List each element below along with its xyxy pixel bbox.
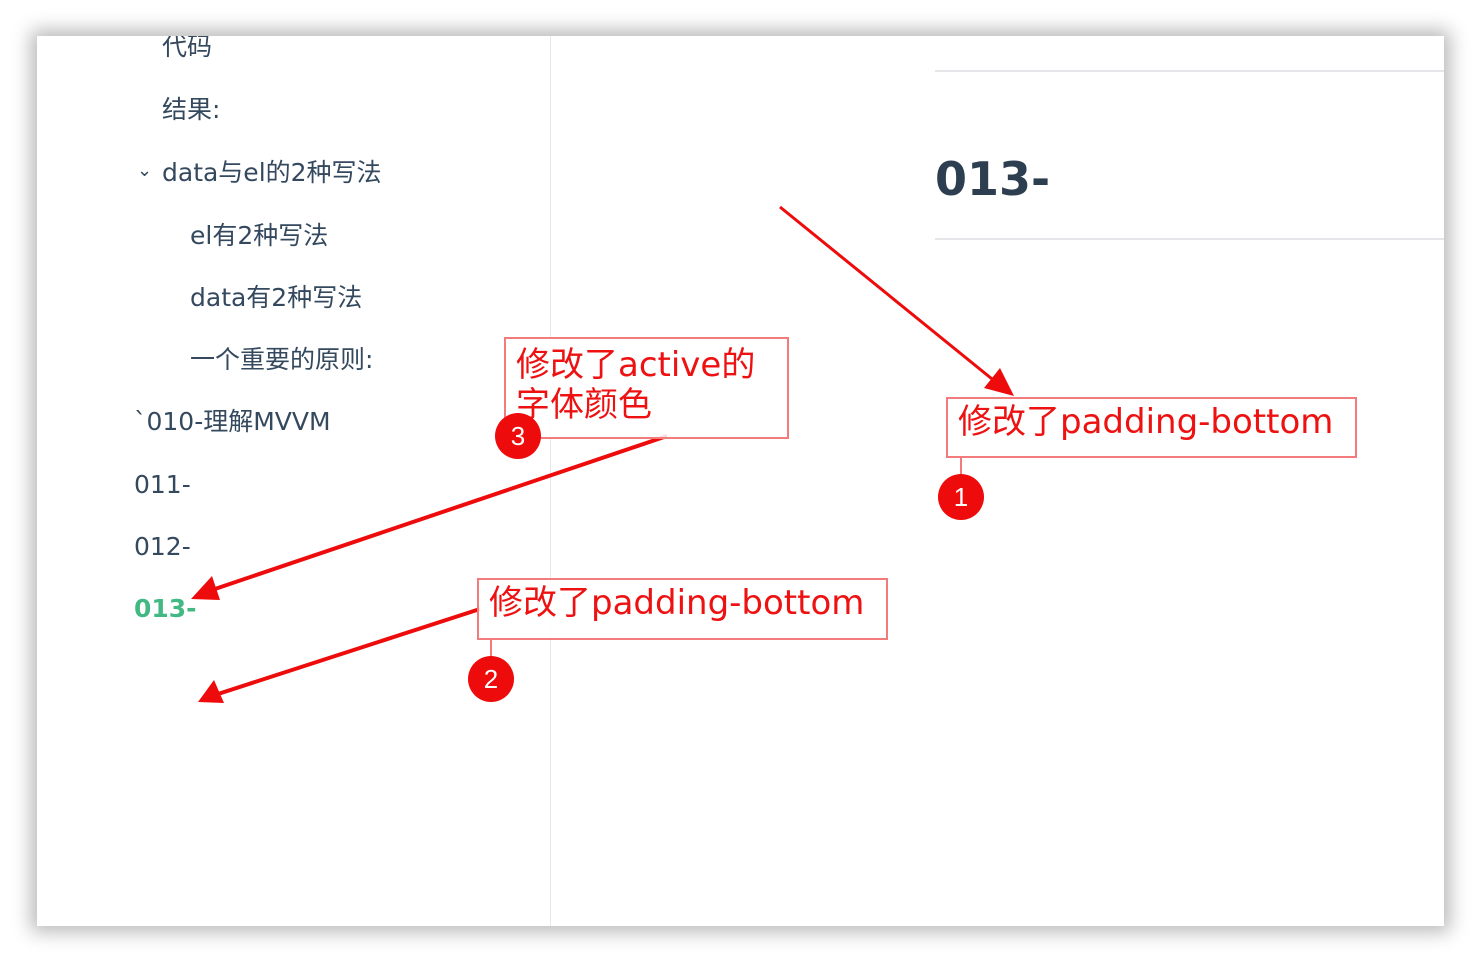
divider [935,70,1444,72]
annotation-2-text: 修改了padding-bottom [489,583,865,623]
sidebar-toc: 代码 结果: ⌄ data与el的2种写法 el有2种写法 data有2种写法 … [37,36,551,926]
annotation-2-box: 修改了padding-bottom [477,578,888,640]
annotation-1-text: 修改了padding-bottom [958,402,1334,442]
annotation-3-badge: 3 [495,413,541,459]
toc-item-el-two-ways[interactable]: el有2种写法 [190,219,328,253]
annotation-3-line2: 字体颜色 [516,385,652,425]
toc-item-data-two-ways[interactable]: data有2种写法 [190,281,362,315]
toc-item-012[interactable]: 012- [134,530,191,564]
app-window: 代码 结果: ⌄ data与el的2种写法 el有2种写法 data有2种写法 … [37,36,1444,926]
annotation-1-box: 修改了padding-bottom [946,397,1357,458]
annotation-3-line1: 修改了active的 [516,345,756,385]
heading-underline [935,238,1444,240]
toc-item-code[interactable]: 代码 [162,36,212,64]
page-heading: 013- [935,152,1051,206]
annotation-3-box: 修改了active的 字体颜色 [504,337,789,439]
toc-item-010[interactable]: `010-理解MVVM [134,405,331,439]
annotation-1-badge: 1 [938,474,984,520]
toc-item-principle[interactable]: 一个重要的原则: [190,343,373,377]
annotation-2-badge: 2 [468,656,514,702]
toc-item-013-active[interactable]: 013- [134,592,197,626]
toc-item-data-el[interactable]: data与el的2种写法 [162,156,382,190]
chevron-down-icon[interactable]: ⌄ [137,160,152,181]
toc-item-011[interactable]: 011- [134,468,191,502]
toc-item-result[interactable]: 结果: [162,93,220,127]
main-content: 013- [551,36,1444,926]
